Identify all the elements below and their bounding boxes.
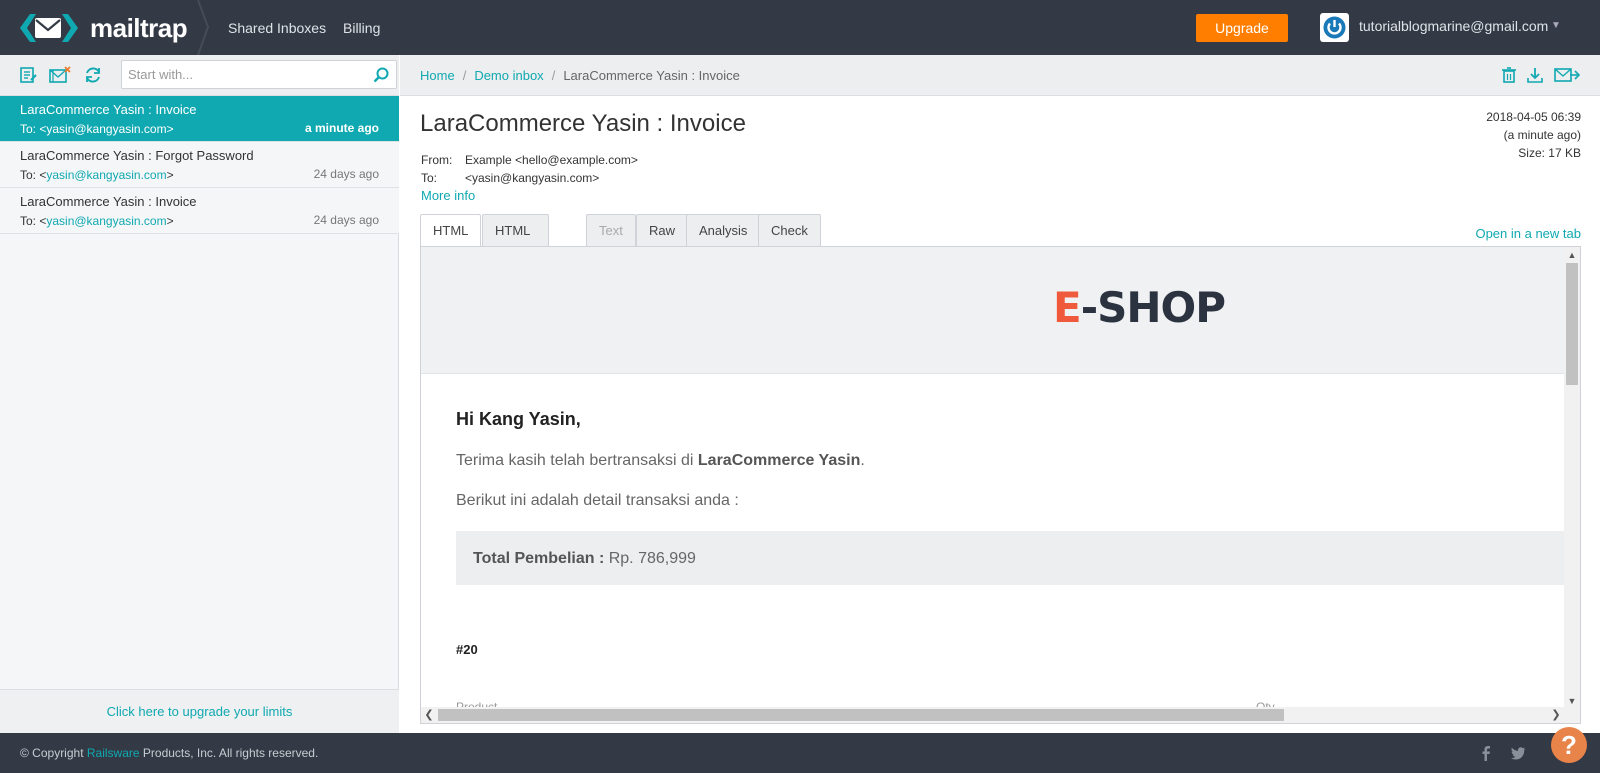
message-item[interactable]: LaraCommerce Yasin : Invoice To: <yasin@… — [0, 96, 399, 142]
nav-shared-inboxes[interactable]: Shared Inboxes — [228, 20, 326, 36]
tab-check-html[interactable]: Check HTML — [758, 214, 821, 269]
open-new-tab-link[interactable]: Open in a new tab — [1475, 226, 1581, 241]
breadcrumb-separator: / — [462, 68, 467, 83]
breadcrumb: Home / Demo inbox / LaraCommerce Yasin : Inv… — [420, 68, 740, 83]
search-icon[interactable] — [372, 66, 390, 84]
facebook-icon[interactable] — [1478, 745, 1494, 761]
copyright-text: © Copyright Railsware Products, Inc. All… — [20, 746, 319, 760]
from-value: Example <hello@example.com> — [465, 153, 638, 167]
railsware-link[interactable]: Railsware — [87, 746, 140, 760]
total-text: Total Pembelian : Rp. 786,999 — [473, 550, 696, 567]
search-input[interactable] — [122, 61, 362, 88]
forward-mail-icon[interactable] — [1554, 66, 1580, 84]
breadcrumb-current: LaraCommerce Yasin : Invoice — [563, 68, 740, 83]
upgrade-limits-link[interactable]: Click here to upgrade your limits — [0, 689, 399, 733]
search-box — [121, 60, 397, 89]
scroll-right-icon[interactable]: ❯ — [1548, 707, 1564, 723]
twitter-icon[interactable] — [1510, 745, 1526, 761]
horizontal-scrollbar[interactable]: ❮ ❯ — [421, 707, 1580, 723]
horizontal-scroll-thumb[interactable] — [438, 709, 1284, 721]
email-preview[interactable]: E-SHOP Hi Kang Yasin, Terima kasih telah… — [420, 246, 1581, 724]
to-label: To: — [421, 171, 438, 185]
tab-analysis[interactable]: Analysis — [686, 214, 761, 247]
edit-list-icon[interactable] — [18, 65, 38, 85]
tab-text: Text — [586, 214, 636, 247]
logo-text: mailtrap — [90, 12, 188, 43]
scroll-up-icon[interactable]: ▲ — [1564, 247, 1580, 263]
power-icon — [1323, 16, 1346, 39]
message-time: 24 days ago — [313, 213, 379, 227]
email-greeting: Hi Kang Yasin, — [456, 409, 581, 429]
vertical-scroll-thumb[interactable] — [1566, 263, 1578, 385]
tab-html-source[interactable]: HTML Source — [482, 214, 550, 269]
message-title: LaraCommerce Yasin : Invoice — [420, 110, 746, 137]
message-date: 2018-04-05 06:39 — [1486, 110, 1581, 124]
scroll-left-icon[interactable]: ❮ — [421, 707, 437, 723]
message-list: LaraCommerce Yasin : Invoice To: <yasin@… — [0, 96, 399, 234]
breadcrumb-home[interactable]: Home — [420, 68, 455, 83]
email-detail: Berikut ini adalah detail transaksi anda… — [456, 492, 739, 509]
message-item[interactable]: LaraCommerce Yasin : Forgot Password To:… — [0, 142, 399, 188]
email-thanks: Terima kasih telah bertransaksi di LaraC… — [456, 452, 865, 469]
message-time: a minute ago — [304, 121, 379, 135]
message-size: Size: 17 KB — [1518, 146, 1581, 160]
tab-html[interactable]: HTML — [420, 214, 482, 248]
from-label: From: — [421, 153, 453, 167]
chevron-down-icon[interactable]: ▼ — [1551, 20, 1561, 31]
message-item[interactable]: LaraCommerce Yasin : Invoice To: <yasin@… — [0, 188, 399, 234]
more-info-link[interactable]: More info — [421, 188, 475, 203]
mailtrap-logo-icon — [20, 14, 78, 42]
message-subject: LaraCommerce Yasin : Invoice — [20, 194, 197, 209]
email-header: E-SHOP — [421, 247, 1565, 374]
breadcrumb-bar: Home / Demo inbox / LaraCommerce Yasin : Inv… — [400, 55, 1600, 96]
help-button[interactable]: ? — [1551, 727, 1587, 763]
eshop-logo: E-SHOP — [1053, 283, 1226, 332]
nav-divider — [197, 0, 210, 55]
user-email[interactable]: tutorialblogmarine@gmail.com — [1359, 18, 1548, 34]
message-subject: LaraCommerce Yasin : Forgot Password — [20, 148, 254, 163]
message-subject: LaraCommerce Yasin : Invoice — [20, 102, 197, 117]
top-navbar: mailtrap Shared Inboxes Billing Upgrade … — [0, 0, 1600, 55]
inbox-sidebar: LaraCommerce Yasin : Invoice To: <yasin@… — [0, 55, 399, 733]
tab-raw[interactable]: Raw — [636, 214, 689, 247]
total-box: Total Pembelian : Rp. 786,999 — [456, 531, 1565, 585]
upgrade-button[interactable]: Upgrade — [1196, 14, 1288, 42]
vertical-scrollbar[interactable]: ▲ ▼ — [1564, 247, 1580, 709]
footer: © Copyright Railsware Products, Inc. All… — [0, 733, 1600, 773]
clear-inbox-icon[interactable] — [48, 65, 72, 85]
download-icon[interactable] — [1526, 66, 1544, 84]
breadcrumb-inbox[interactable]: Demo inbox — [474, 68, 543, 83]
trash-icon[interactable] — [1500, 66, 1518, 84]
to-value: <yasin@kangyasin.com> — [465, 171, 600, 185]
message-meta: 2018-04-05 06:39 (a minute ago) Size: 17… — [1486, 108, 1581, 162]
user-avatar[interactable] — [1320, 13, 1349, 42]
mailtrap-logo[interactable]: mailtrap — [18, 10, 188, 46]
nav-billing[interactable]: Billing — [343, 20, 380, 36]
refresh-icon[interactable] — [83, 65, 103, 85]
inbox-toolbar — [0, 55, 399, 96]
message-time: 24 days ago — [313, 167, 379, 181]
breadcrumb-separator: / — [551, 68, 556, 83]
order-number: #20 — [456, 642, 478, 657]
message-relative-time: (a minute ago) — [1503, 128, 1581, 142]
